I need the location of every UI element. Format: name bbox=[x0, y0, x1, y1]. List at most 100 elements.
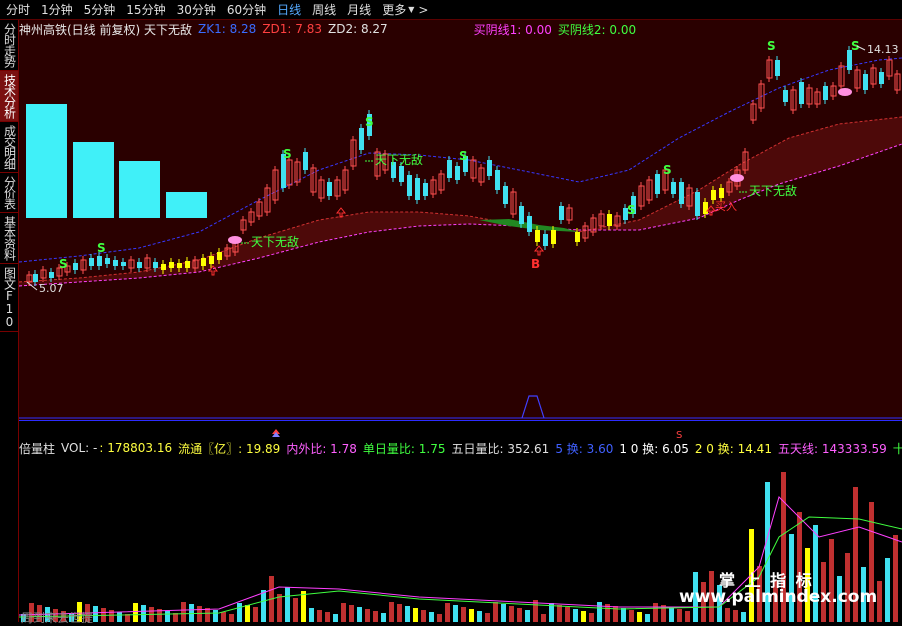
signal-blob-1 bbox=[730, 174, 744, 182]
side-tab-label: 分价表 bbox=[2, 176, 17, 209]
watermark-bottom-text: 周到来去世提 bbox=[21, 611, 94, 625]
period-3[interactable]: 15分钟 bbox=[120, 1, 170, 18]
signal-label-0: 天下无敌 bbox=[251, 234, 299, 249]
candle-body-94 bbox=[775, 60, 780, 76]
side-tab-0[interactable]: 分时走势 bbox=[0, 20, 18, 71]
side-tab-label: 技术分析 bbox=[2, 74, 17, 118]
candle-body-87 bbox=[719, 188, 724, 198]
candle-body-8 bbox=[89, 258, 94, 266]
candle-body-66 bbox=[551, 230, 556, 244]
candle-body-95 bbox=[783, 90, 788, 102]
volume-bar-46 bbox=[389, 602, 394, 622]
volume-bar-72 bbox=[597, 602, 602, 622]
side-tab-5[interactable]: 图文F10 bbox=[0, 264, 18, 332]
candle-body-14 bbox=[137, 262, 142, 268]
candle-body-86 bbox=[711, 190, 716, 200]
volume-bar-76 bbox=[629, 610, 634, 622]
period-1[interactable]: 1分钟 bbox=[35, 1, 78, 18]
low-price-label: 5.07 bbox=[39, 282, 64, 295]
side-tab-1[interactable]: 技术分析 bbox=[0, 71, 18, 122]
period-toolbar: 分时 1分钟 5分钟 15分钟 30分钟 60分钟 日线 周线 月线 更多 ▼ > bbox=[0, 0, 902, 20]
volume-bar-68 bbox=[565, 607, 570, 622]
candle-body-6 bbox=[73, 263, 78, 270]
five-day-volume-ratio: 五日量比: 352.61 bbox=[451, 441, 550, 456]
s-marker-0: S bbox=[59, 257, 68, 271]
candle-body-82 bbox=[679, 182, 684, 204]
side-tab-label: 图文F10 bbox=[2, 267, 17, 328]
candle-body-38 bbox=[327, 182, 332, 196]
buy-yin-1: 买阴线1: 0.00 bbox=[473, 22, 552, 37]
side-tab-label: 基本资料 bbox=[2, 216, 17, 260]
candle-body-73 bbox=[607, 214, 612, 226]
side-tab-label: 成交明细 bbox=[2, 125, 17, 169]
candle-body-12 bbox=[121, 262, 126, 266]
volume-bar-51 bbox=[429, 612, 434, 622]
volume-bar-43 bbox=[365, 609, 370, 622]
volume-bar-38 bbox=[325, 612, 330, 622]
volume-bar-47 bbox=[397, 604, 402, 622]
period-2[interactable]: 5分钟 bbox=[78, 1, 121, 18]
volume-bar-59 bbox=[493, 602, 498, 622]
period-6[interactable]: 日线 bbox=[271, 1, 306, 18]
volume-bar-89 bbox=[733, 610, 738, 622]
volume-bar-81 bbox=[669, 607, 674, 622]
price-info-bar: 神州高铁(日线 前复权) 天下无敌 ZK1: 8.28 ZD1: 7.83 ZD… bbox=[19, 20, 902, 38]
watermark-url: www.palmindex.com bbox=[679, 587, 878, 607]
period-0[interactable]: 分时 bbox=[0, 1, 35, 18]
volume-bar-28 bbox=[245, 605, 250, 622]
signal-blob-2 bbox=[838, 88, 852, 96]
volume-bar-70 bbox=[581, 611, 586, 622]
float-shares: 流通〖亿〗: 19.89 bbox=[178, 441, 281, 456]
candle-body-22 bbox=[201, 258, 206, 266]
period-9[interactable]: 更多 bbox=[376, 1, 411, 18]
volume-chart[interactable]: 掌 上 指 标 www.palmindex.com 周到来去世提 bbox=[18, 457, 902, 625]
period-5[interactable]: 60分钟 bbox=[221, 1, 271, 18]
candle-body-81 bbox=[671, 182, 676, 194]
volume-bar-57 bbox=[477, 611, 482, 622]
price-chart[interactable]: S S S S S S S S S B 买入 天下无敌 天下无敌 天下无敌 5.07 14.13 bbox=[18, 20, 902, 420]
signal-blob-0 bbox=[228, 236, 242, 244]
candle-body-85 bbox=[703, 202, 708, 214]
stock-title: 神州高铁(日线 前复权) 天下无敌 bbox=[19, 22, 192, 37]
period-8[interactable]: 月线 bbox=[341, 1, 376, 18]
volume-bar-14 bbox=[133, 603, 138, 622]
volume-info-bar: 倍量柱 VOL: - : 178803.16 流通〖亿〗: 19.89 内外比:… bbox=[19, 439, 902, 457]
s-marker-3: S bbox=[365, 115, 374, 129]
volume-bar-55 bbox=[461, 607, 466, 622]
day-volume-ratio: 单日量比: 1.75 bbox=[362, 441, 446, 456]
signal-trapezoid bbox=[521, 395, 545, 419]
volume-bar-15 bbox=[141, 605, 146, 622]
volume-indicator-title[interactable]: 倍量柱 bbox=[19, 440, 55, 457]
up-arrow-icon-2 bbox=[533, 245, 545, 256]
volume-bar-108 bbox=[885, 558, 890, 622]
more-chevron-icon[interactable]: ▼ bbox=[408, 5, 414, 14]
candle-body-42 bbox=[359, 128, 364, 150]
volume-bar-44 bbox=[373, 611, 378, 622]
volume-bar-90 bbox=[741, 612, 746, 622]
period-7[interactable]: 周线 bbox=[306, 1, 341, 18]
volume-bar-33 bbox=[285, 587, 290, 622]
s-marker-7: S bbox=[767, 39, 776, 53]
price-chart-canvas: SSSSSSSS SB买入天下无敌天下无敌天下无敌5.0714.13 bbox=[18, 39, 902, 419]
candle-body-10 bbox=[105, 258, 110, 264]
candle-body-3 bbox=[49, 272, 54, 278]
candle-body-53 bbox=[447, 160, 452, 178]
volume-bar-65 bbox=[541, 614, 546, 622]
side-tab-2[interactable]: 成交明细 bbox=[0, 122, 18, 173]
volume-bar-58 bbox=[485, 613, 490, 622]
buy-marker: 买入 bbox=[715, 200, 737, 213]
side-tab-3[interactable]: 分价表 bbox=[0, 173, 18, 213]
candle-body-9 bbox=[97, 256, 102, 266]
candle-body-65 bbox=[543, 234, 548, 246]
volume-bar-12 bbox=[117, 612, 122, 622]
volume-bar-45 bbox=[381, 613, 386, 622]
nav-arrow-icon[interactable]: > bbox=[418, 3, 428, 17]
candle-body-105 bbox=[863, 74, 868, 90]
side-tab-4[interactable]: 基本资料 bbox=[0, 213, 18, 264]
candle-body-16 bbox=[153, 262, 158, 268]
period-4[interactable]: 30分钟 bbox=[171, 1, 221, 18]
s-marker-6: S bbox=[627, 203, 636, 217]
candle-body-59 bbox=[495, 170, 500, 190]
volume-bar-52 bbox=[437, 614, 442, 622]
volume-bar-63 bbox=[525, 610, 530, 622]
